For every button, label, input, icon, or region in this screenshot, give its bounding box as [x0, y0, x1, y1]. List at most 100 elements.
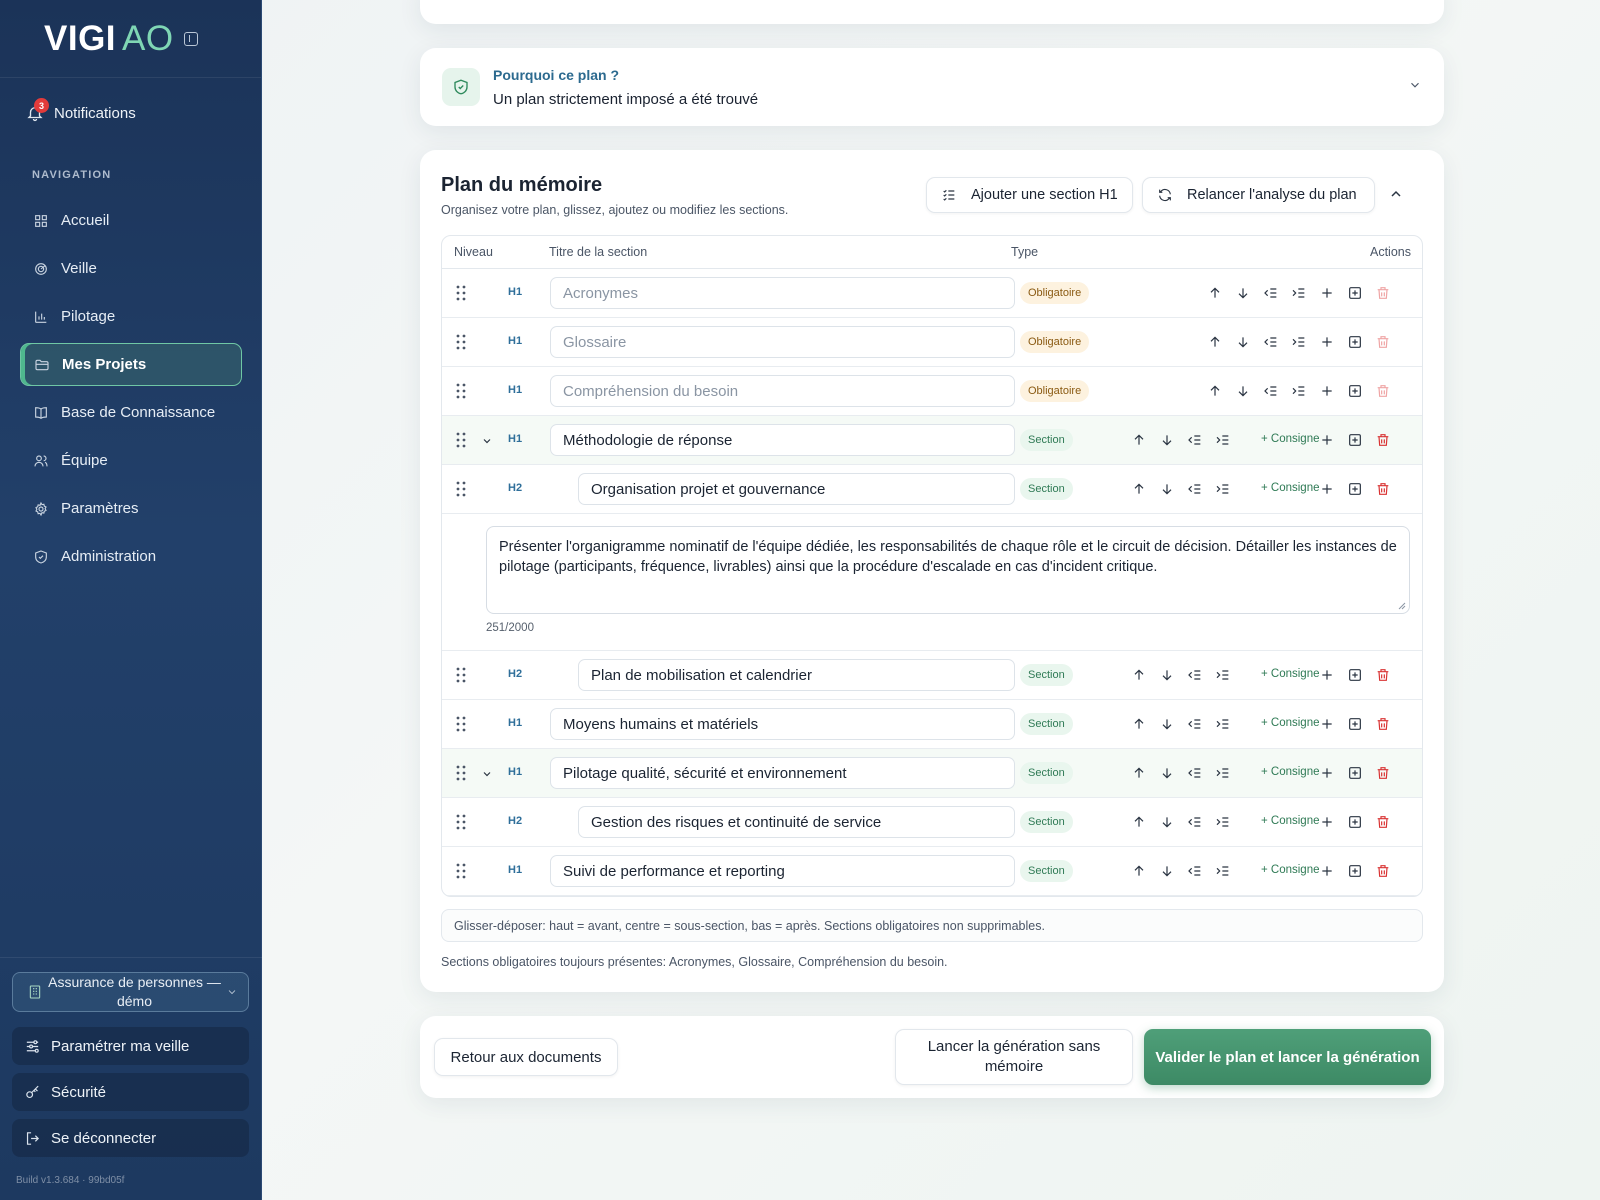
trash-icon[interactable] [1375, 814, 1391, 830]
plus-icon[interactable] [1319, 432, 1335, 448]
consigne-textarea[interactable]: Présenter l'organigramme nominatif de l'… [486, 526, 1410, 614]
table-row[interactable]: H1 Méthodologie de réponse Section + Consig… [442, 416, 1422, 465]
section-title-input[interactable]: Méthodologie de réponse [550, 424, 1015, 456]
outdent-icon[interactable] [1187, 481, 1203, 497]
outdent-icon[interactable] [1263, 334, 1279, 350]
logout-button[interactable]: Se déconnecter [12, 1119, 249, 1157]
organization-select[interactable]: Assurance de personnes — démo [12, 972, 249, 1012]
table-row[interactable]: H1 Moyens humains et matériels Section + Co… [442, 700, 1422, 749]
generate-without-memory-button[interactable]: Lancer la génération sans mémoire [895, 1029, 1133, 1085]
drag-handle-icon[interactable] [455, 814, 467, 830]
indent-icon[interactable] [1291, 285, 1307, 301]
arrow-down-icon[interactable] [1235, 285, 1251, 301]
section-title-input[interactable]: Organisation projet et gouvernance [578, 473, 1015, 505]
table-row[interactable]: H1 Pilotage qualité, sécurité et environn… [442, 749, 1422, 798]
section-title-input[interactable]: Suivi de performance et reporting [550, 855, 1015, 887]
trash-icon[interactable] [1375, 863, 1391, 879]
outdent-icon[interactable] [1263, 383, 1279, 399]
arrow-down-icon[interactable] [1159, 481, 1175, 497]
drag-handle-icon[interactable] [455, 383, 467, 399]
table-row[interactable]: H1 Suivi de performance et reporting Secti… [442, 847, 1422, 896]
relaunch-analysis-button[interactable]: Relancer l'analyse du plan [1142, 177, 1375, 213]
drag-handle-icon[interactable] [455, 481, 467, 497]
sidebar-item-mes-projets[interactable]: Mes Projets [20, 343, 242, 386]
indent-icon[interactable] [1215, 765, 1231, 781]
plus-icon[interactable] [1319, 863, 1335, 879]
drag-handle-icon[interactable] [455, 334, 467, 350]
table-row[interactable]: H1 Compréhension du besoin Obligatoire [442, 367, 1422, 416]
arrow-up-icon[interactable] [1207, 383, 1223, 399]
add-consigne-button[interactable]: + Consigne [1261, 717, 1320, 729]
configure-watch-button[interactable]: Paramétrer ma veille [12, 1027, 249, 1065]
add-subsection-icon[interactable] [1347, 863, 1363, 879]
plus-icon[interactable] [1319, 716, 1335, 732]
table-row[interactable]: H2 Plan de mobilisation et calendrier Sect… [442, 651, 1422, 700]
add-consigne-button[interactable]: + Consigne [1261, 815, 1320, 827]
arrow-down-icon[interactable] [1159, 667, 1175, 683]
plus-icon[interactable] [1319, 383, 1335, 399]
outdent-icon[interactable] [1187, 716, 1203, 732]
outdent-icon[interactable] [1187, 814, 1203, 830]
plus-icon[interactable] [1319, 334, 1335, 350]
add-consigne-button[interactable]: + Consigne [1261, 668, 1320, 680]
indent-icon[interactable] [1291, 383, 1307, 399]
arrow-up-icon[interactable] [1131, 814, 1147, 830]
plus-icon[interactable] [1319, 481, 1335, 497]
notifications-link[interactable]: 3 Notifications [26, 98, 136, 122]
section-title-input[interactable]: Plan de mobilisation et calendrier [578, 659, 1015, 691]
chevron-down-icon[interactable] [481, 767, 493, 779]
outdent-icon[interactable] [1187, 863, 1203, 879]
arrow-down-icon[interactable] [1235, 383, 1251, 399]
outdent-icon[interactable] [1187, 667, 1203, 683]
why-plan-panel[interactable]: Pourquoi ce plan ? Un plan strictement i… [420, 48, 1444, 126]
indent-icon[interactable] [1215, 481, 1231, 497]
section-title-input[interactable]: Pilotage qualité, sécurité et environnem… [550, 757, 1015, 789]
sidebar-collapse-icon[interactable] [183, 31, 198, 46]
arrow-down-icon[interactable] [1159, 863, 1175, 879]
plus-icon[interactable] [1319, 667, 1335, 683]
add-subsection-icon[interactable] [1347, 667, 1363, 683]
table-row[interactable]: H1 Acronymes Obligatoire [442, 269, 1422, 318]
chevron-down-icon[interactable] [481, 434, 493, 446]
drag-handle-icon[interactable] [455, 432, 467, 448]
add-subsection-icon[interactable] [1347, 334, 1363, 350]
resize-handle-icon[interactable] [1398, 602, 1406, 610]
trash-icon[interactable] [1375, 432, 1391, 448]
add-subsection-icon[interactable] [1347, 383, 1363, 399]
arrow-up-icon[interactable] [1207, 285, 1223, 301]
add-subsection-icon[interactable] [1347, 716, 1363, 732]
sidebar-item-pilotage[interactable]: Pilotage [20, 295, 242, 338]
add-consigne-button[interactable]: + Consigne [1261, 864, 1320, 876]
drag-handle-icon[interactable] [455, 863, 467, 879]
sidebar-item-veille[interactable]: Veille [20, 247, 242, 290]
arrow-up-icon[interactable] [1131, 863, 1147, 879]
add-subsection-icon[interactable] [1347, 285, 1363, 301]
table-row[interactable]: H2 Organisation projet et gouvernance Sect… [442, 465, 1422, 514]
indent-icon[interactable] [1291, 334, 1307, 350]
arrow-down-icon[interactable] [1159, 432, 1175, 448]
section-title-input[interactable]: Moyens humains et matériels [550, 708, 1015, 740]
arrow-down-icon[interactable] [1159, 814, 1175, 830]
indent-icon[interactable] [1215, 716, 1231, 732]
outdent-icon[interactable] [1263, 285, 1279, 301]
section-title-input[interactable]: Gestion des risques et continuité de ser… [578, 806, 1015, 838]
arrow-down-icon[interactable] [1159, 716, 1175, 732]
arrow-up-icon[interactable] [1207, 334, 1223, 350]
plus-icon[interactable] [1319, 765, 1335, 781]
indent-icon[interactable] [1215, 432, 1231, 448]
arrow-up-icon[interactable] [1131, 481, 1147, 497]
add-subsection-icon[interactable] [1347, 765, 1363, 781]
back-to-documents-button[interactable]: Retour aux documents [434, 1038, 618, 1076]
add-consigne-button[interactable]: + Consigne [1261, 433, 1320, 445]
indent-icon[interactable] [1215, 863, 1231, 879]
arrow-down-icon[interactable] [1159, 765, 1175, 781]
plus-icon[interactable] [1319, 814, 1335, 830]
sidebar-item-parametres[interactable]: Paramètres [20, 487, 242, 530]
add-subsection-icon[interactable] [1347, 814, 1363, 830]
sidebar-item-equipe[interactable]: Équipe [20, 439, 242, 482]
security-button[interactable]: Sécurité [12, 1073, 249, 1111]
chevron-up-icon[interactable] [1388, 186, 1404, 202]
plus-icon[interactable] [1319, 285, 1335, 301]
arrow-up-icon[interactable] [1131, 765, 1147, 781]
add-subsection-icon[interactable] [1347, 432, 1363, 448]
